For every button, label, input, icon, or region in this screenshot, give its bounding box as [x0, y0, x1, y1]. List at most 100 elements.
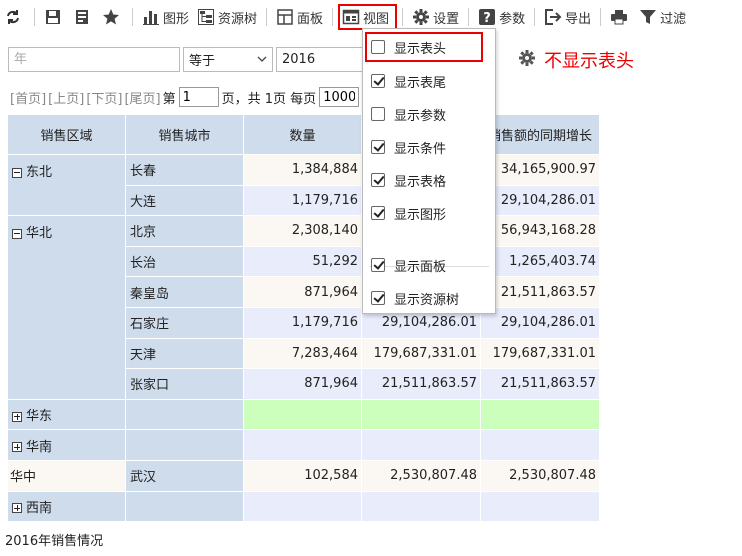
params-label: 参数 — [499, 11, 526, 27]
growth-cell: 21,511,863.57 — [480, 276, 600, 308]
menu-item-label: 显示图形 — [394, 207, 447, 223]
toolbar-separator — [34, 8, 35, 26]
amount-cell — [361, 429, 481, 461]
quantity-cell: 1,384,884 — [243, 154, 362, 186]
region-label: 东北 — [26, 165, 53, 180]
table-caption: 2016年销售情况 — [5, 534, 104, 549]
menu-item-show-chart[interactable]: 显示图形 — [371, 202, 446, 224]
growth-cell: 2,530,807.48 — [480, 459, 600, 492]
view-button[interactable]: 视图 — [338, 4, 398, 30]
growth-cell: 21,511,863.57 — [480, 368, 600, 400]
collapse-icon[interactable] — [12, 167, 22, 178]
checkbox[interactable] — [371, 74, 385, 88]
checkbox[interactable] — [371, 40, 385, 54]
menu-item-show-params[interactable]: 显示参数 — [371, 103, 446, 125]
toolbar-separator — [266, 8, 268, 26]
filter-icon — [639, 8, 657, 26]
export-label: 导出 — [565, 11, 592, 27]
city-cell — [125, 398, 244, 431]
city-cell: 天津 — [125, 337, 244, 370]
favorite-button[interactable] — [98, 4, 127, 30]
quantity-cell: 51,292 — [243, 245, 362, 278]
quantity-cell — [243, 429, 362, 461]
column-header-growth[interactable]: 销售额的同期增长 — [480, 114, 600, 155]
pager-page-suffix: 页，共 1页 每页 — [221, 91, 317, 107]
menu-item-label: 显示表头 — [394, 41, 447, 57]
city-cell: 长春 — [125, 154, 244, 186]
expand-icon[interactable] — [12, 503, 22, 514]
pager-first-link[interactable]: [首页] — [10, 88, 46, 107]
question-icon: ? — [478, 8, 496, 26]
filter-value-input[interactable] — [276, 46, 376, 72]
menu-item-show-table[interactable]: 显示表格 — [371, 169, 446, 191]
pager-last-link[interactable]: [尾页] — [124, 88, 160, 107]
table-header-row: 销售区域 销售城市 数量 销售额的同期增长 — [7, 114, 600, 155]
menu-item-show-footer[interactable]: 显示表尾 — [371, 70, 446, 92]
menu-item-show-panel[interactable]: 显示面板 — [371, 254, 446, 276]
save-button[interactable] — [40, 4, 69, 30]
chart-button[interactable]: 图形 — [138, 4, 193, 30]
checkbox[interactable] — [371, 258, 385, 272]
toolbar-separator — [468, 8, 470, 26]
city-cell: 武汉 — [125, 459, 244, 492]
sales-table: 销售区域 销售城市 数量 销售额的同期增长 东北 长春 1,384,884 34… — [7, 114, 600, 523]
filter-field-input[interactable] — [8, 46, 180, 72]
amount-cell: 2,530,807.48 — [361, 459, 481, 492]
table-row: 华中 武汉 102,584 2,530,807.48 2,530,807.48 — [7, 459, 600, 492]
checkbox[interactable] — [371, 173, 385, 187]
filter-label: 过滤 — [660, 11, 687, 27]
refresh-button[interactable] — [0, 4, 29, 30]
menu-item-label: 显示参数 — [394, 108, 447, 124]
annotation: 不显示表头 — [518, 47, 634, 73]
params-button[interactable]: ? 参数 — [474, 4, 529, 30]
save-as-button[interactable] — [69, 4, 98, 30]
pager-next-link[interactable]: [下页] — [86, 88, 122, 107]
toolbar-separator — [132, 8, 133, 26]
quantity-cell: 2,308,140 — [243, 215, 362, 247]
region-label: 华北 — [26, 226, 53, 242]
region-cell: 华中 — [7, 459, 126, 492]
table-row: 华南 — [7, 429, 600, 461]
print-button[interactable] — [606, 4, 635, 30]
per-page-input[interactable] — [319, 87, 360, 107]
page-number-input[interactable] — [178, 87, 219, 107]
quantity-cell — [243, 490, 362, 523]
growth-cell: 179,687,331.01 — [480, 337, 600, 370]
checkbox[interactable] — [371, 107, 385, 121]
region-label: 华南 — [26, 439, 53, 455]
filter-row: 等于 — [8, 46, 376, 72]
city-cell: 北京 — [125, 215, 244, 247]
column-header-quantity[interactable]: 数量 — [243, 114, 362, 155]
filter-button[interactable]: 过滤 — [635, 4, 690, 30]
menu-item-show-header[interactable]: 显示表头 — [371, 36, 446, 58]
panel-button[interactable]: 面板 — [272, 4, 327, 30]
bar-chart-icon — [142, 8, 160, 26]
settings-button[interactable]: 设置 — [408, 4, 463, 30]
pager-prev-link[interactable]: [上页] — [48, 88, 84, 107]
menu-item-show-resource-tree[interactable]: 显示资源树 — [371, 287, 459, 309]
growth-cell — [480, 429, 600, 461]
checkbox[interactable] — [371, 291, 385, 305]
filter-operator-select[interactable]: 等于 — [183, 46, 273, 72]
chevron-down-icon — [257, 52, 267, 67]
checkbox[interactable] — [371, 140, 385, 154]
toolbar-separator — [402, 8, 404, 26]
menu-item-label: 显示表尾 — [394, 75, 447, 91]
growth-cell: 34,165,900.97 — [480, 154, 600, 186]
expand-icon[interactable] — [12, 442, 22, 453]
table-row: 华东 — [7, 398, 600, 431]
resource-tree-button[interactable]: 资源树 — [193, 4, 261, 30]
quantity-cell: 871,964 — [243, 276, 362, 308]
collapse-icon[interactable] — [12, 228, 22, 239]
checkbox[interactable] — [371, 206, 385, 220]
column-header-city[interactable]: 销售城市 — [125, 114, 244, 155]
settings-label: 设置 — [433, 11, 460, 27]
view-label: 视图 — [363, 11, 390, 27]
column-header-region[interactable]: 销售区域 — [7, 114, 126, 155]
export-button[interactable]: 导出 — [540, 4, 595, 30]
menu-item-show-conditions[interactable]: 显示条件 — [371, 136, 446, 158]
city-cell: 石家庄 — [125, 306, 244, 339]
region-label: 西南 — [26, 500, 53, 516]
panel-icon — [276, 8, 294, 26]
expand-icon[interactable] — [12, 411, 22, 422]
